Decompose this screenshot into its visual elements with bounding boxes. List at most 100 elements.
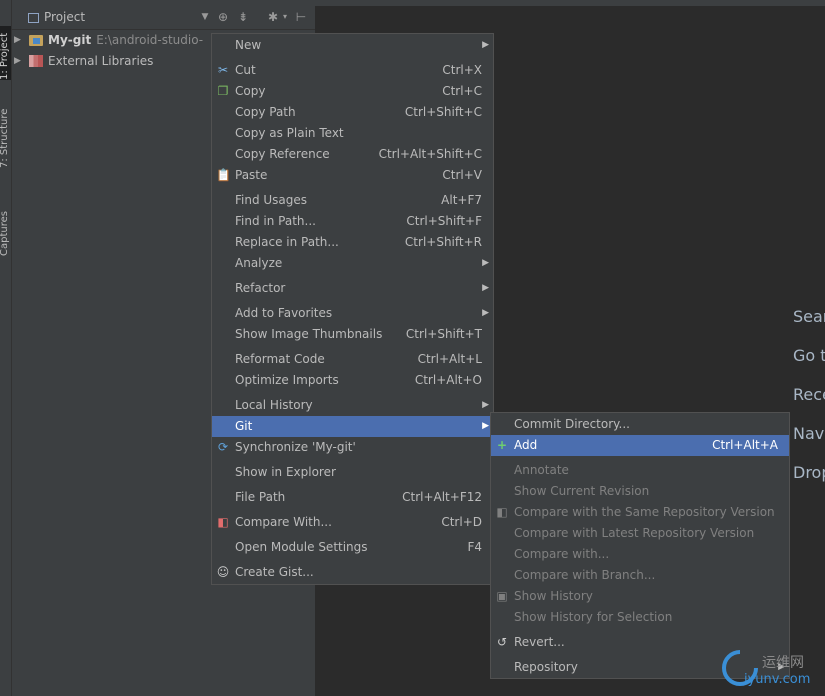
menu-item-shortcut: Ctrl+C bbox=[442, 84, 482, 98]
expand-arrow-icon[interactable]: ▶ bbox=[14, 30, 24, 50]
menu-item-label: File Path bbox=[235, 490, 286, 504]
menu-item-cut[interactable]: ✂ Cut Ctrl+X bbox=[212, 60, 493, 81]
expand-arrow-icon[interactable]: ▶ bbox=[14, 51, 24, 71]
menu-item-label: Paste bbox=[235, 168, 268, 182]
menu-item-label: Annotate bbox=[514, 463, 569, 477]
menu-item-paste[interactable]: 📋 Paste Ctrl+V bbox=[212, 165, 493, 186]
scissors-icon: ✂ bbox=[217, 63, 229, 77]
watermark-logo: 运维网 iyunv.com bbox=[720, 646, 825, 696]
module-name: My-git bbox=[48, 33, 92, 47]
module-folder-icon bbox=[29, 34, 43, 46]
menu-item-shortcut: Ctrl+X bbox=[442, 63, 482, 77]
menu-item-refactor[interactable]: Refactor ▶ bbox=[212, 278, 493, 299]
menu-item-replace-in-path[interactable]: Replace in Path... Ctrl+Shift+R bbox=[212, 232, 493, 253]
tab-captures[interactable]: Captures bbox=[0, 206, 11, 256]
menu-item-add-to-favorites[interactable]: Add to Favorites ▶ bbox=[212, 303, 493, 324]
menu-item-copy-path[interactable]: Copy Path Ctrl+Shift+C bbox=[212, 102, 493, 123]
menu-item-find-usages[interactable]: Find Usages Alt+F7 bbox=[212, 190, 493, 211]
menu-item-shortcut: Alt+F7 bbox=[441, 193, 482, 207]
context-menu: New ▶ ✂ Cut Ctrl+X ❐ Copy Ctrl+C Copy Path Ctr… bbox=[211, 33, 494, 585]
menu-item-shortcut: Ctrl+Shift+T bbox=[405, 327, 482, 341]
menu-item-compare-with[interactable]: ◧ Compare With... Ctrl+D bbox=[212, 512, 493, 533]
menu-item-create-gist[interactable]: ☺ Create Gist... bbox=[212, 562, 493, 583]
menu-item-show-history[interactable]: ▣ Show History bbox=[491, 586, 789, 607]
menu-item-label: Synchronize 'My-git' bbox=[235, 440, 356, 454]
menu-item-compare-with-branch[interactable]: Compare with Branch... bbox=[491, 565, 789, 586]
gear-dropdown-icon[interactable]: ▾ bbox=[278, 10, 292, 24]
menu-item-show-in-explorer[interactable]: Show in Explorer bbox=[212, 462, 493, 483]
sync-target-icon[interactable]: ⊕ bbox=[216, 10, 230, 24]
github-icon: ☺ bbox=[216, 565, 230, 579]
menu-item-reformat-code[interactable]: Reformat Code Ctrl+Alt+L bbox=[212, 349, 493, 370]
menu-item-label: Analyze bbox=[235, 256, 283, 270]
tree-item-my-git[interactable]: ▶ My-git E:\android-studio- bbox=[14, 30, 203, 50]
submenu-arrow-icon: ▶ bbox=[482, 421, 489, 431]
menu-item-copy[interactable]: ❐ Copy Ctrl+C bbox=[212, 81, 493, 102]
tool-window-strip: 1: Project 7: Structure Captures bbox=[0, 0, 12, 696]
menu-item-label: Replace in Path... bbox=[235, 235, 339, 249]
editor-hint-goto: Go t bbox=[793, 346, 825, 365]
tree-item-external-libraries[interactable]: ▶ External Libraries bbox=[14, 51, 153, 71]
menu-item-label: Compare With... bbox=[235, 515, 332, 529]
menu-item-new[interactable]: New ▶ bbox=[212, 35, 493, 56]
menu-item-local-history[interactable]: Local History ▶ bbox=[212, 395, 493, 416]
menu-item-label: Optimize Imports bbox=[235, 373, 339, 387]
tab-project[interactable]: 1: Project bbox=[0, 26, 11, 80]
menu-item-annotate[interactable]: Annotate bbox=[491, 460, 789, 481]
menu-item-copy-plain-text[interactable]: Copy as Plain Text bbox=[212, 123, 493, 144]
menu-item-open-module-settings[interactable]: Open Module Settings F4 bbox=[212, 537, 493, 558]
menu-item-commit-directory[interactable]: Commit Directory... bbox=[491, 414, 789, 435]
menu-item-shortcut: Ctrl+Shift+C bbox=[404, 105, 482, 119]
menu-item-show-image-thumbnails[interactable]: Show Image Thumbnails Ctrl+Shift+T bbox=[212, 324, 493, 345]
menu-item-compare-same-version[interactable]: ◧ Compare with the Same Repository Versio… bbox=[491, 502, 789, 523]
hide-panel-icon[interactable]: ⊢ bbox=[294, 10, 308, 24]
menu-item-shortcut: Ctrl+V bbox=[442, 168, 482, 182]
plus-icon: + bbox=[496, 438, 508, 452]
menu-item-label: Copy Path bbox=[235, 105, 296, 119]
editor-hint-recent: Rece bbox=[793, 385, 825, 404]
menu-item-analyze[interactable]: Analyze ▶ bbox=[212, 253, 493, 274]
menu-item-label: Revert... bbox=[514, 635, 565, 649]
editor-hint-navigation: Navi bbox=[793, 424, 825, 443]
menu-item-show-current-revision[interactable]: Show Current Revision bbox=[491, 481, 789, 502]
revert-icon: ↺ bbox=[496, 635, 508, 649]
menu-item-add[interactable]: + Add Ctrl+Alt+A bbox=[491, 435, 789, 456]
menu-item-shortcut: Ctrl+Alt+F12 bbox=[402, 490, 482, 504]
watermark-line2: iyunv.com bbox=[744, 672, 811, 687]
project-panel-header: Project ▼ ⊕ ⇟ ✱ ▾ ⊢ bbox=[12, 6, 315, 30]
menu-item-label: Commit Directory... bbox=[514, 417, 630, 431]
menu-item-shortcut: Ctrl+Alt+O bbox=[414, 373, 482, 387]
menu-item-git[interactable]: Git ▶ bbox=[212, 416, 493, 437]
submenu-arrow-icon: ▶ bbox=[482, 283, 489, 293]
menu-item-label: Copy Reference bbox=[235, 147, 330, 161]
menu-item-find-in-path[interactable]: Find in Path... Ctrl+Shift+F bbox=[212, 211, 493, 232]
menu-item-label: Reformat Code bbox=[235, 352, 325, 366]
project-view-icon bbox=[28, 12, 39, 23]
menu-item-shortcut: Ctrl+Alt+L bbox=[417, 352, 482, 366]
library-name: External Libraries bbox=[48, 54, 154, 68]
menu-item-label: Find Usages bbox=[235, 193, 308, 207]
menu-item-label: Open Module Settings bbox=[235, 540, 368, 554]
menu-item-compare-with[interactable]: Compare with... bbox=[491, 544, 789, 565]
submenu-arrow-icon: ▶ bbox=[482, 308, 489, 318]
menu-item-show-history-selection[interactable]: Show History for Selection bbox=[491, 607, 789, 628]
menu-item-label: Compare with Branch... bbox=[514, 568, 656, 582]
menu-item-file-path[interactable]: File Path Ctrl+Alt+F12 bbox=[212, 487, 493, 508]
menu-item-shortcut: Ctrl+Shift+R bbox=[404, 235, 482, 249]
menu-item-label: Show History for Selection bbox=[514, 610, 673, 624]
menu-item-shortcut: Ctrl+Shift+F bbox=[406, 214, 482, 228]
menu-item-compare-latest-version[interactable]: Compare with Latest Repository Version bbox=[491, 523, 789, 544]
menu-item-optimize-imports[interactable]: Optimize Imports Ctrl+Alt+O bbox=[212, 370, 493, 391]
submenu-arrow-icon: ▶ bbox=[482, 258, 489, 268]
chevron-down-icon[interactable]: ▼ bbox=[198, 10, 212, 24]
tab-structure[interactable]: 7: Structure bbox=[0, 109, 11, 168]
menu-item-label: Compare with the Same Repository Version bbox=[514, 505, 775, 519]
menu-item-label: Show in Explorer bbox=[235, 465, 336, 479]
collapse-all-icon[interactable]: ⇟ bbox=[236, 10, 250, 24]
menu-item-label: Create Gist... bbox=[235, 565, 314, 579]
project-view-selector[interactable]: Project bbox=[28, 6, 85, 29]
menu-item-copy-reference[interactable]: Copy Reference Ctrl+Alt+Shift+C bbox=[212, 144, 493, 165]
submenu-arrow-icon: ▶ bbox=[482, 40, 489, 50]
menu-item-synchronize[interactable]: ⟳ Synchronize 'My-git' bbox=[212, 437, 493, 458]
menu-item-label: Show Current Revision bbox=[514, 484, 650, 498]
